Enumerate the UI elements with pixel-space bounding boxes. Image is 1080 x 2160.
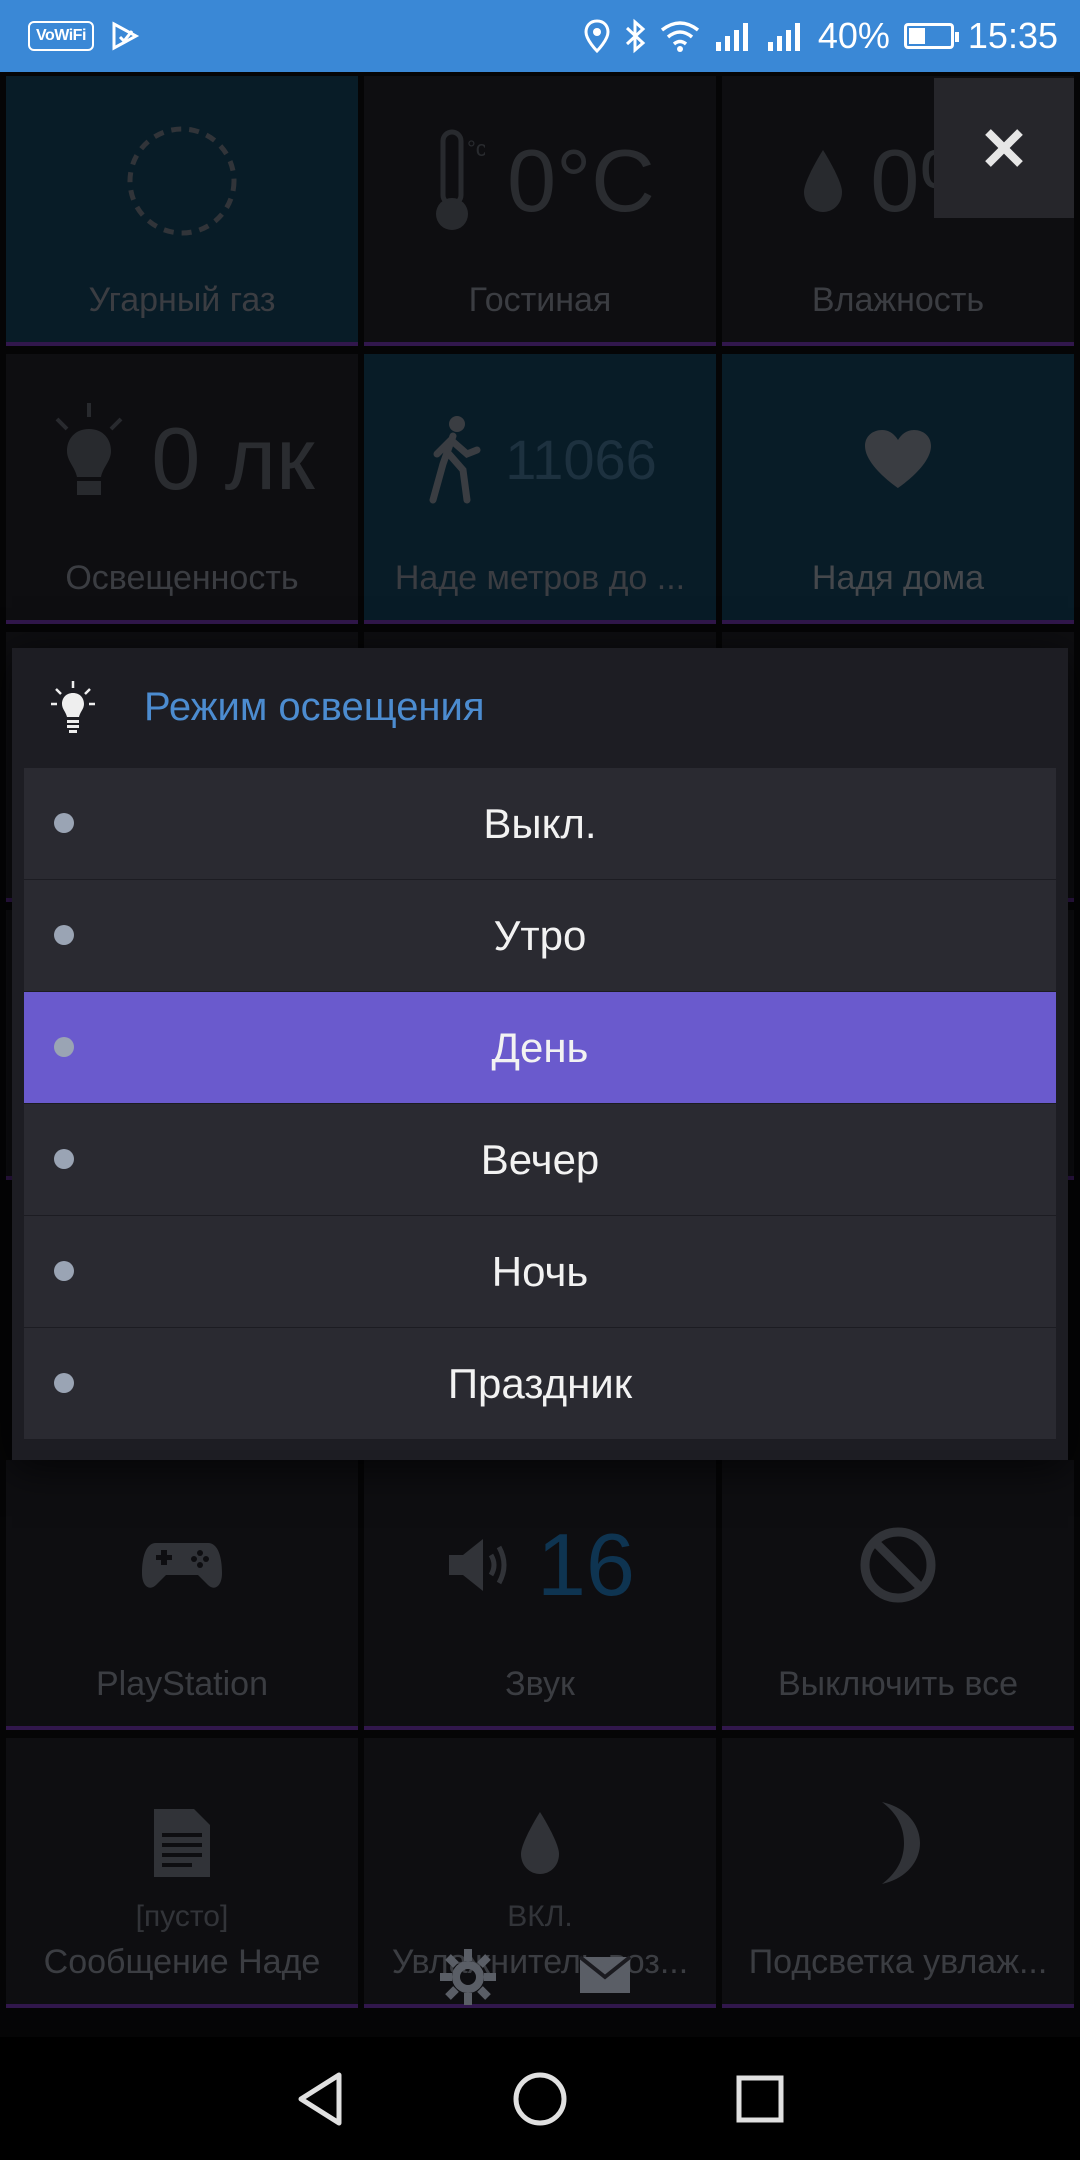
radio-dot-icon [54, 1037, 74, 1057]
bulb-icon [51, 681, 95, 733]
battery-icon [903, 23, 959, 49]
option-day[interactable]: День [24, 992, 1056, 1104]
battery-percent: 40% [817, 15, 890, 56]
home-button[interactable] [505, 2064, 575, 2134]
mail-icon[interactable] [578, 1955, 632, 1995]
home-circle-icon [513, 2072, 567, 2125]
radio-dot-icon [54, 1261, 74, 1281]
close-icon [985, 129, 1023, 167]
option-label: Ночь [491, 1247, 589, 1295]
signal-icon-sim2 [767, 23, 800, 51]
back-button[interactable] [285, 2064, 355, 2134]
option-holiday[interactable]: Праздник [24, 1328, 1056, 1440]
status-bar: VoWiFi 40% 15:35 [0, 0, 1080, 72]
settings-gear-icon[interactable] [438, 1947, 498, 2007]
option-label: День [491, 1023, 589, 1071]
lighting-mode-dialog: Режим освещения Выкл. Утро День Вечер Но… [12, 648, 1068, 1460]
wifi-icon [660, 21, 699, 52]
lighting-mode-options: Выкл. Утро День Вечер Ночь Праздник [24, 768, 1056, 1440]
option-label: Праздник [447, 1359, 633, 1407]
option-morning[interactable]: Утро [24, 880, 1056, 992]
dialog-header: Режим освещения [12, 648, 1068, 766]
radio-dot-icon [54, 925, 74, 945]
recents-button[interactable] [725, 2064, 795, 2134]
dialog-title: Режим освещения [144, 684, 485, 729]
bottom-toolbar [0, 1905, 1080, 2035]
bluetooth-icon [625, 18, 646, 54]
option-night[interactable]: Ночь [24, 1216, 1056, 1328]
back-triangle-icon [298, 2072, 342, 2125]
radio-dot-icon [54, 1373, 74, 1393]
option-evening[interactable]: Вечер [24, 1104, 1056, 1216]
option-label: Вечер [480, 1135, 600, 1183]
radio-dot-icon [54, 813, 74, 833]
close-button[interactable] [934, 78, 1074, 218]
signal-icon-sim1 [715, 23, 748, 51]
location-icon [584, 19, 610, 53]
option-label: Утро [493, 911, 587, 959]
clock: 15:35 [967, 15, 1058, 56]
vowifi-icon: VoWiFi [28, 21, 94, 51]
navigation-bar [0, 2037, 1080, 2160]
radio-dot-icon [54, 1149, 74, 1169]
recents-square-icon [736, 2075, 784, 2122]
option-off[interactable]: Выкл. [24, 768, 1056, 880]
option-label: Выкл. [483, 799, 597, 847]
play-store-notification-icon [112, 21, 140, 51]
